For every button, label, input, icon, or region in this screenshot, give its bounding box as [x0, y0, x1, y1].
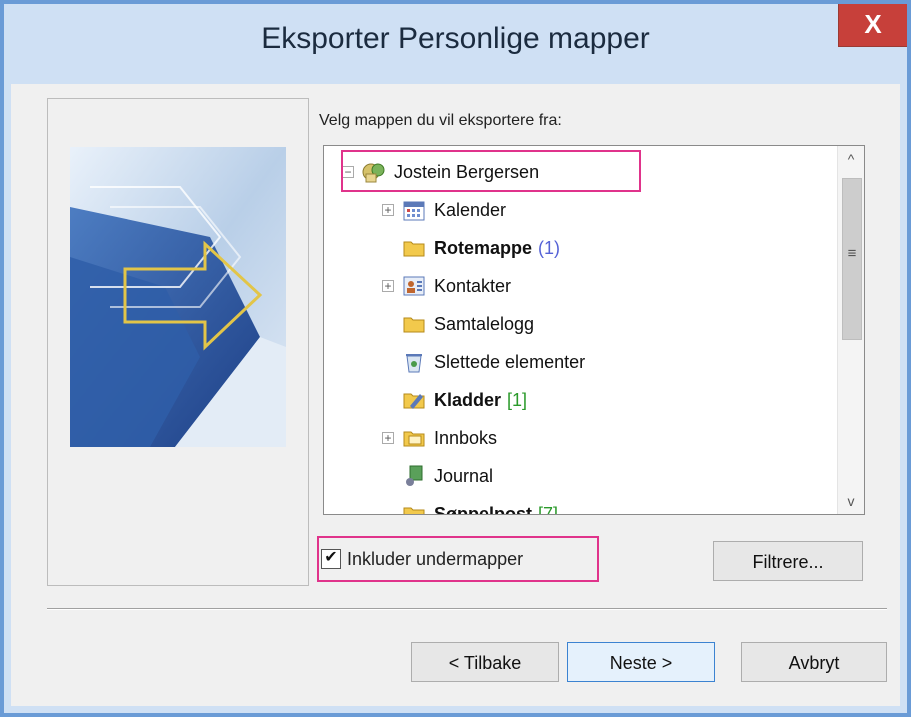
calendar-icon	[403, 201, 425, 221]
tree-item-innboks[interactable]: + Innboks	[382, 420, 497, 456]
tree-item-label: Kontakter	[434, 275, 512, 296]
export-dialog: Eksporter Personlige mapper X Velg mappe…	[0, 0, 911, 717]
unread-count: (1)	[538, 237, 561, 258]
inbox-icon	[403, 431, 425, 447]
tree-item-journal[interactable]: Journal	[402, 458, 493, 494]
folder-icon	[403, 241, 425, 257]
item-count: [1]	[507, 389, 528, 410]
item-count: [7]	[538, 503, 559, 515]
tree-item-kalender[interactable]: + Kalender	[382, 192, 506, 228]
drafts-icon	[403, 393, 425, 409]
tree-item-label: Slettede elementer	[434, 351, 586, 372]
expand-icon[interactable]: +	[382, 432, 394, 444]
recycle-bin-icon	[406, 354, 422, 373]
scroll-thumb[interactable]: ≡	[842, 178, 862, 340]
expand-icon[interactable]: +	[382, 280, 394, 292]
contacts-icon	[403, 276, 425, 296]
folder-prompt-label: Velg mappen du vil eksportere fra:	[319, 112, 562, 129]
tree-item-label: Kladder	[434, 389, 502, 410]
dialog-content: Velg mappen du vil eksportere fra: − Jos…	[11, 84, 900, 706]
folder-tree[interactable]: − Jostein Bergersen + Kalender Rotemappe…	[323, 145, 865, 515]
junk-folder-icon	[403, 507, 425, 514]
scroll-up-button[interactable]: ^	[838, 146, 864, 172]
tree-item-label: Innboks	[434, 427, 498, 448]
tree-scrollbar[interactable]: ^ ≡ v	[837, 146, 864, 514]
journal-icon	[406, 465, 423, 486]
selected-account-highlight	[341, 150, 641, 192]
scroll-down-button[interactable]: v	[838, 488, 864, 514]
tree-item-slettede-elementer[interactable]: Slettede elementer	[402, 344, 585, 380]
tree-item-label: Kalender	[434, 199, 507, 220]
expand-icon[interactable]: +	[382, 204, 394, 216]
tree-item-rotemappe[interactable]: Rotemappe (1)	[402, 230, 560, 266]
export-wizard-illustration	[70, 147, 286, 447]
include-subfolders-highlight	[317, 536, 599, 582]
scroll-grip-icon: ≡	[847, 245, 857, 262]
footer-divider	[47, 608, 887, 609]
close-button[interactable]: X	[838, 4, 907, 47]
folder-icon	[403, 317, 425, 333]
wizard-image-pane	[47, 98, 309, 586]
tree-item-label: Søppelpost	[434, 503, 532, 515]
tree-item-samtalelogg[interactable]: Samtalelogg	[402, 306, 534, 342]
next-button[interactable]: Neste >	[567, 642, 715, 682]
tree-item-label: Rotemappe	[434, 237, 533, 258]
tree-item-kladder[interactable]: Kladder [1]	[402, 382, 527, 418]
tree-item-label: Journal	[434, 465, 494, 486]
cancel-button[interactable]: Avbryt	[741, 642, 887, 682]
tree-item-label: Samtalelogg	[434, 313, 535, 334]
filter-button[interactable]: Filtrere...	[713, 541, 863, 581]
tree-item-kontakter[interactable]: + Kontakter	[382, 268, 511, 304]
title-bar: Eksporter Personlige mapper X	[4, 4, 907, 84]
back-button[interactable]: < Tilbake	[411, 642, 559, 682]
dialog-title: Eksporter Personlige mapper	[261, 22, 650, 55]
tree-item-soppelpost[interactable]: Søppelpost [7]	[402, 496, 559, 515]
